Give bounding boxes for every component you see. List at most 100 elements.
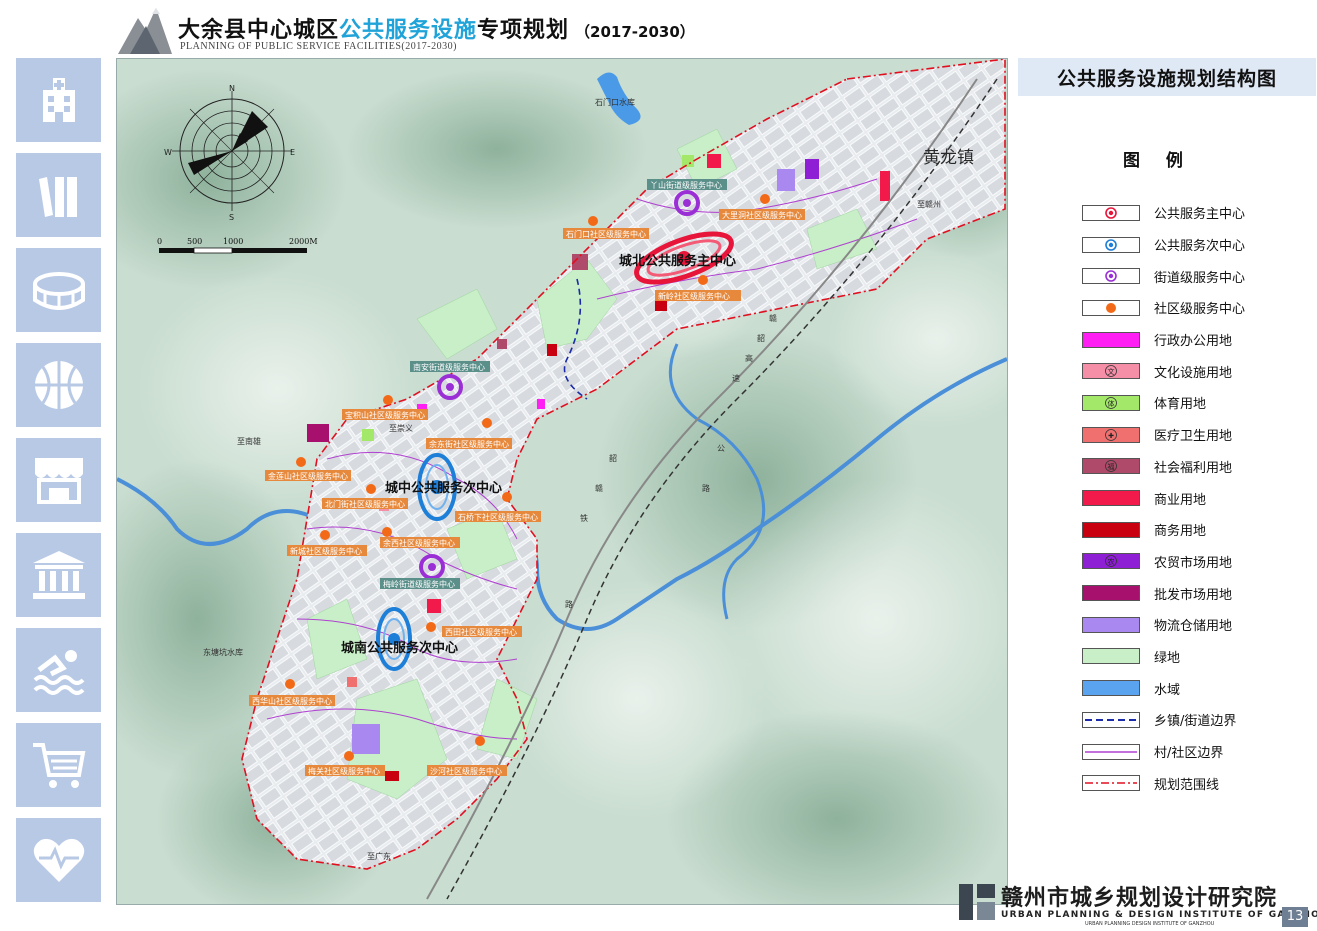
legend-item: 体 体育用地 xyxy=(1082,387,1245,419)
label-shiqiaoxia: 石桥下社区级服务中心 xyxy=(458,512,538,522)
legend-label: 农贸市场用地 xyxy=(1154,555,1233,571)
label-yuxi: 余西社区级服务中心 xyxy=(383,538,455,548)
page-number: 13 xyxy=(1282,907,1308,927)
title-part-facilities: 公共服务设施 xyxy=(339,18,478,43)
legend-heading: 图 例 xyxy=(1123,151,1193,171)
sidebar-item-health[interactable] xyxy=(16,818,101,902)
highway-char-2: 韶 xyxy=(757,333,765,343)
page-title: 大余县中心城区公共服务设施专项规划 （2017-2030） xyxy=(178,12,695,44)
svg-text:农: 农 xyxy=(1108,557,1115,566)
compass-s: S xyxy=(229,213,234,222)
sidebar-item-market[interactable] xyxy=(16,723,101,807)
legend-item: 水域 xyxy=(1082,672,1245,704)
legend-label: 水域 xyxy=(1154,682,1181,698)
legend-swatch xyxy=(1082,236,1140,253)
sidebar-item-commerce[interactable] xyxy=(16,438,101,522)
legend-item: 公共服务主中心 xyxy=(1082,197,1245,229)
road-label-chongyi: 至崇义 xyxy=(389,424,413,433)
label-nanan: 南安街道级服务中心 xyxy=(413,362,485,372)
page-subtitle: PLANNING OF PUBLIC SERVICE FACILITIES(20… xyxy=(180,41,457,52)
label-xincheng: 新城社区级服务中心 xyxy=(290,546,362,556)
reservoir-west-label: 东塘坑水库 xyxy=(203,647,243,657)
legend-item: 物流仓储用地 xyxy=(1082,609,1245,641)
legend-label: 体育用地 xyxy=(1154,397,1207,413)
legend-item: 街道级服务中心 xyxy=(1082,260,1245,292)
legend-item: 村/社区边界 xyxy=(1082,736,1245,768)
legend-swatch: 体 xyxy=(1082,394,1140,411)
rail-char-1: 赣 xyxy=(595,483,603,493)
label-dalidong: 大里洞社区级服务中心 xyxy=(722,210,802,220)
highway-char-3: 高 xyxy=(745,353,753,363)
label-xihuashan: 西华山社区级服务中心 xyxy=(252,696,332,706)
label-yashan: 丫山街道级服务中心 xyxy=(650,180,722,190)
label-baojishan: 宝积山社区级服务中心 xyxy=(345,410,425,420)
legend-item: 社区级服务中心 xyxy=(1082,292,1245,324)
museum-icon xyxy=(32,551,85,599)
rail-char-2: 韶 xyxy=(609,453,617,463)
highway-char-1: 赣 xyxy=(769,313,777,323)
scale-1000: 1000 xyxy=(223,237,243,246)
books-icon xyxy=(38,177,77,217)
scale-500: 500 xyxy=(187,237,202,246)
legend-swatch xyxy=(1082,331,1140,348)
institute-name-en-small: URBAN PLANNING DESIGN INSTITUTE OF GANZH… xyxy=(1085,921,1215,927)
legend-swatch xyxy=(1082,299,1140,316)
legend-label: 绿地 xyxy=(1154,650,1181,666)
mountain-logo-icon xyxy=(118,8,172,54)
label-shimenkou: 石门口社区级服务中心 xyxy=(566,229,646,239)
cart-icon xyxy=(32,743,85,788)
huanglong-town-label: 黄龙镇 xyxy=(923,148,974,168)
scale-2000m: 2000M xyxy=(289,237,318,246)
reservoir-north-label: 石门口水库 xyxy=(595,97,635,107)
legend-swatch xyxy=(1082,743,1140,760)
legend-panel: 公共服务设施规划结构图 图 例 公共服务主中心 公共服务次中心街道级服务中心社区级… xyxy=(1010,58,1316,903)
legend-item: 农 农贸市场用地 xyxy=(1082,546,1245,578)
compass-e: E xyxy=(290,148,295,157)
institute-logo-block: 赣州市城乡规划设计研究院 URBAN PLANNING & DESIGN INS… xyxy=(955,880,1317,928)
institute-name: 赣州市城乡规划设计研究院 xyxy=(1001,885,1278,911)
label-jinlianshan: 金莲山社区级服务中心 xyxy=(268,471,348,481)
highway-char-5: 公 xyxy=(717,444,725,453)
stadium-icon xyxy=(32,272,85,310)
label-meiguan: 梅关社区级服务中心 xyxy=(308,766,380,776)
label-xitian: 西田社区级服务中心 xyxy=(445,627,517,637)
compass-w: W xyxy=(164,148,172,157)
legend-item: 乡镇/街道边界 xyxy=(1082,704,1245,736)
legend-label: 公共服务次中心 xyxy=(1154,239,1246,255)
sidebar-item-sports[interactable] xyxy=(16,343,101,427)
legend-item: 公共服务次中心 xyxy=(1082,229,1245,261)
legend-label: 医疗卫生用地 xyxy=(1154,429,1233,445)
main-center-label: 城北公共服务主中心 xyxy=(619,253,736,269)
shop-icon xyxy=(34,458,83,504)
sidebar-item-library[interactable] xyxy=(16,153,101,237)
title-years: （2017-2030） xyxy=(575,23,695,41)
highway-char-6: 路 xyxy=(702,483,710,493)
legend-swatch xyxy=(1082,616,1140,633)
map-canvas: 石门口水库 东塘坑水库 赣 韶 铁 路 赣 韶 高 速 公 路 至崇义 至赣州 … xyxy=(117,59,1007,904)
legend-title: 公共服务设施规划结构图 xyxy=(1018,58,1316,96)
rail-char-4: 路 xyxy=(565,599,573,609)
label-yudongjie: 余东街社区级服务中心 xyxy=(429,439,509,449)
legend-swatch xyxy=(1082,585,1140,602)
page-header: 大余县中心城区公共服务设施专项规划 （2017-2030） PLANNING OF… xyxy=(0,0,1317,58)
road-label-ganzhou: 至赣州 xyxy=(917,199,941,209)
label-xinling: 新岭社区级服务中心 xyxy=(658,291,730,301)
legend-label: 乡镇/街道边界 xyxy=(1154,714,1237,730)
sidebar-item-hospital[interactable] xyxy=(16,58,101,142)
legend-item: 规划范围线 xyxy=(1082,767,1245,799)
compass-n: N xyxy=(229,84,235,93)
legend-swatch xyxy=(1082,521,1140,538)
legend-label: 社区级服务中心 xyxy=(1154,302,1246,318)
legend-swatch xyxy=(1082,680,1140,697)
legend-label: 村/社区边界 xyxy=(1154,746,1224,762)
sidebar xyxy=(16,58,101,913)
sidebar-item-culture[interactable] xyxy=(16,533,101,617)
legend-label: 物流仓储用地 xyxy=(1154,619,1233,635)
sidebar-item-swimming[interactable] xyxy=(16,628,101,712)
sidebar-item-stadium[interactable] xyxy=(16,248,101,332)
swimming-icon xyxy=(33,650,84,695)
legend-label: 公共服务主中心 xyxy=(1154,207,1246,223)
planning-map[interactable]: 石门口水库 东塘坑水库 赣 韶 铁 路 赣 韶 高 速 公 路 至崇义 至赣州 … xyxy=(116,58,1008,905)
legend-label: 批发市场用地 xyxy=(1154,587,1233,603)
road-label-nanxiong: 至南雄 xyxy=(237,436,261,446)
